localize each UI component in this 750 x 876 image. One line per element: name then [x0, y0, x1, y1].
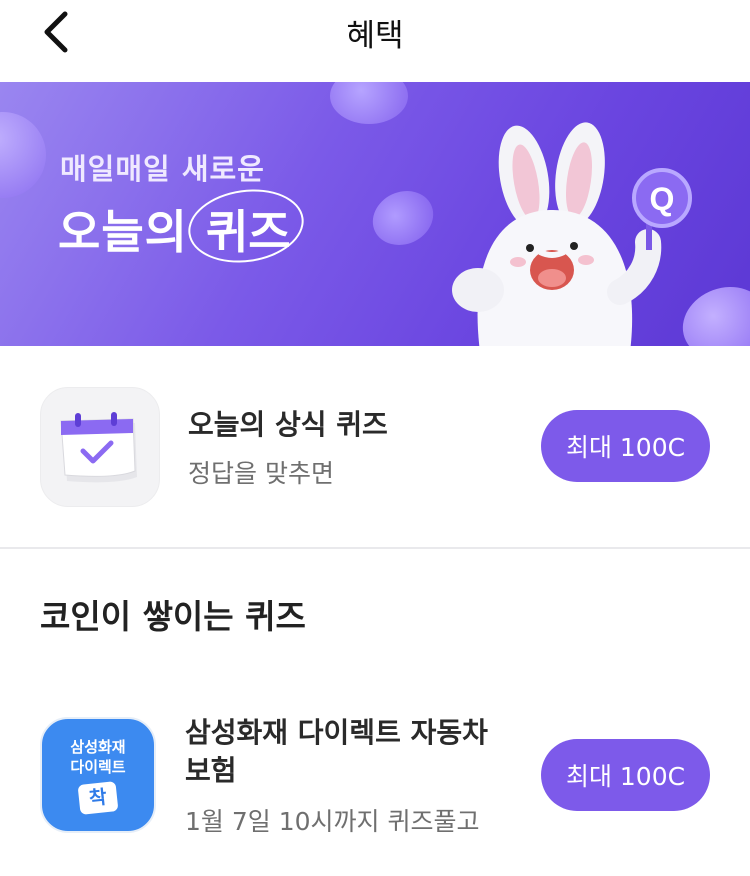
mascot-badge-text: Q	[650, 181, 675, 217]
quiz-subtitle: 정답을 맞추면	[188, 459, 334, 488]
logo-text-line1: 삼성화재	[70, 738, 126, 756]
page-title: 혜택	[346, 18, 404, 54]
coin-quiz-item[interactable]: 삼성화재 다이렉트 착 삼성화재 다이렉트 자동차 보험 1월 7일 10시까지…	[0, 700, 750, 850]
coin-decoration	[0, 99, 59, 211]
logo-badge: 착	[77, 781, 119, 815]
logo-text-line2: 다이렉트	[70, 758, 126, 776]
banner-subtitle: 매일매일 새로운	[60, 152, 265, 186]
samsung-direct-logo: 삼성화재 다이렉트 착	[40, 717, 156, 833]
bunny-mascot-icon: Q	[452, 122, 692, 346]
quiz-title-line1: 삼성화재 다이렉트 자동차	[185, 716, 488, 749]
quiz-title: 오늘의 상식 퀴즈	[188, 408, 388, 441]
top-app-bar: 혜택	[0, 0, 750, 82]
section-divider	[0, 547, 750, 549]
banner-title-text: 오늘의	[58, 205, 188, 259]
banner-title: 오늘의 퀴즈	[58, 182, 309, 270]
quiz-title-line2: 보험	[185, 754, 237, 787]
quiz-title: 삼성화재 다이렉트 자동차 보험	[185, 714, 488, 790]
calendar-check-icon	[40, 387, 160, 507]
reward-button[interactable]: 최대 100C	[541, 410, 710, 482]
daily-quiz-item[interactable]: 오늘의 상식 퀴즈 정답을 맞추면 최대 100C	[0, 346, 750, 546]
quiz-banner[interactable]: 매일매일 새로운 오늘의 퀴즈 Q	[0, 82, 750, 346]
quiz-subtitle: 1월 7일 10시까지 퀴즈풀고	[185, 807, 480, 836]
reward-button[interactable]: 최대 100C	[541, 739, 710, 811]
calendar-graphic	[60, 412, 137, 483]
section-title: 코인이 쌓이는 퀴즈	[40, 597, 306, 636]
banner-title-emphasis: 퀴즈	[183, 182, 309, 270]
coin-decoration	[330, 82, 408, 124]
coin-decoration	[363, 181, 443, 255]
